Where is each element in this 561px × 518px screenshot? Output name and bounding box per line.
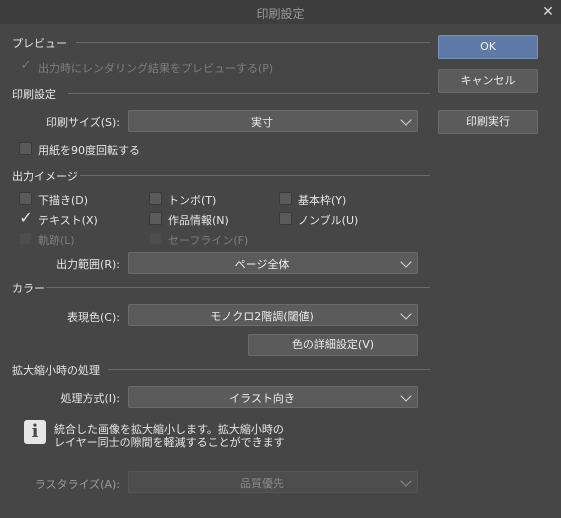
nombre-label: ノンブル(U)	[298, 214, 359, 227]
info-text-line-2: レイヤー同士の隙間を軽減することができます	[54, 436, 285, 449]
work-info-label: 作品情報(N)	[168, 214, 229, 227]
safe-line-label: セーフライン(F)	[168, 234, 249, 247]
close-icon[interactable]: ✕	[538, 2, 558, 22]
output-range-select[interactable]: ページ全体	[128, 252, 418, 274]
info-text-line-1: 統合した画像を拡大縮小します。拡大縮小時の	[54, 423, 284, 436]
checkmark-icon[interactable]: ✓	[18, 210, 34, 226]
color-expression-label: 表現色(C):	[67, 311, 120, 324]
section-divider	[80, 175, 430, 176]
section-divider	[68, 93, 430, 94]
trace-checkbox	[19, 232, 32, 245]
draft-label: 下描き(D)	[38, 194, 89, 207]
section-heading-color: カラー	[12, 282, 45, 295]
rasterize-label: ラスタライズ(A):	[34, 478, 120, 491]
scaling-method-label: 処理方式(I):	[60, 392, 120, 405]
section-heading-print-settings: 印刷設定	[12, 88, 56, 101]
nombre-checkbox[interactable]	[279, 212, 292, 225]
scaling-method-value: イラスト向き	[229, 392, 295, 405]
basic-frame-checkbox[interactable]	[279, 192, 292, 205]
section-divider	[46, 287, 430, 288]
section-heading-scaling: 拡大縮小時の処理	[12, 364, 100, 377]
safe-line-checkbox	[149, 232, 162, 245]
chevron-down-icon	[400, 114, 412, 126]
rasterize-select: 品質優先	[128, 471, 418, 493]
print-size-label: 印刷サイズ(S):	[46, 116, 120, 129]
info-icon: i	[24, 420, 46, 444]
work-info-checkbox[interactable]	[149, 212, 162, 225]
print-size-select[interactable]: 実寸	[128, 110, 418, 132]
tombo-label: トンボ(T)	[168, 194, 217, 207]
chevron-down-icon	[400, 308, 412, 320]
color-expression-value: モノクロ2階調(閾値)	[210, 310, 314, 323]
section-divider	[76, 42, 430, 43]
chevron-down-icon	[400, 390, 412, 402]
checkmark-icon: ✓	[20, 58, 32, 73]
chevron-down-icon	[400, 256, 412, 268]
rotate-90-label: 用紙を90度回転する	[38, 144, 140, 157]
chevron-down-icon	[400, 475, 412, 487]
draft-checkbox[interactable]	[19, 192, 32, 205]
trace-label: 軌跡(L)	[38, 234, 75, 247]
cancel-button[interactable]: キャンセル	[438, 69, 538, 93]
color-detail-settings-button[interactable]: 色の詳細設定(V)	[248, 334, 418, 356]
section-heading-output-image: 出力イメージ	[12, 170, 78, 183]
render-preview-checkbox-label: 出力時にレンダリング結果をプレビューする(P)	[38, 62, 274, 75]
print-size-value: 実寸	[251, 116, 273, 129]
rotate-90-checkbox[interactable]	[19, 142, 32, 155]
color-expression-select[interactable]: モノクロ2階調(閾値)	[128, 304, 418, 326]
basic-frame-label: 基本枠(Y)	[298, 194, 347, 207]
ok-button[interactable]: OK	[438, 35, 538, 59]
scaling-method-select[interactable]: イラスト向き	[128, 386, 418, 408]
print-execute-button[interactable]: 印刷実行	[438, 110, 538, 134]
rasterize-value: 品質優先	[240, 477, 284, 490]
section-heading-preview: プレビュー	[12, 37, 67, 50]
tombo-checkbox[interactable]	[149, 192, 162, 205]
output-range-label: 出力範囲(R):	[56, 258, 120, 271]
output-range-value: ページ全体	[234, 258, 290, 271]
section-divider	[108, 369, 430, 370]
window-title: 印刷設定	[256, 7, 305, 21]
text-label: テキスト(X)	[38, 214, 98, 227]
